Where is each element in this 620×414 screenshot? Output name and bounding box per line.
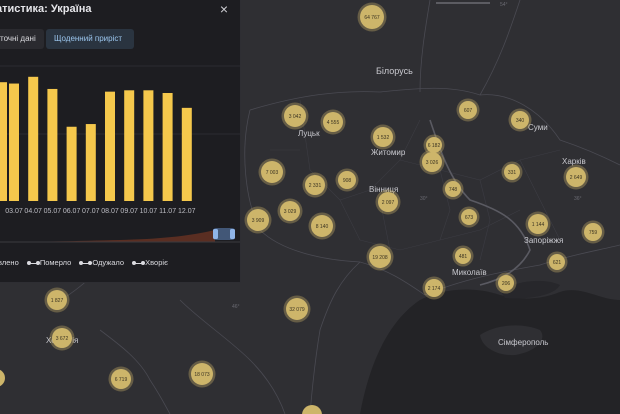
case-bubble-label: 3 042 (289, 114, 302, 120)
case-bubble-label: 748 (449, 187, 458, 193)
x-tick-label: 12.07 (178, 208, 196, 215)
x-tick-label: 03.07 (5, 208, 23, 215)
bar-09.07[interactable] (124, 90, 135, 201)
case-bubble-label: 8 140 (316, 224, 329, 230)
case-bubble-label: 2 331 (309, 183, 322, 189)
x-tick-label: 07.07 (82, 208, 100, 215)
case-bubble-label: 3 029 (284, 209, 297, 215)
case-bubble-label: 621 (553, 260, 562, 266)
label-kharkiv: Харків (562, 157, 586, 166)
bar-12.07[interactable] (181, 107, 192, 201)
lon-36-label: 36° (574, 196, 582, 202)
legend-label-confirmed: явлено (0, 258, 19, 267)
case-bubble-label: 4 555 (327, 120, 340, 126)
legend-label-deaths: Померло (39, 258, 72, 267)
case-bubble-label: 759 (589, 230, 598, 236)
label-zhytomyr: Житомир (371, 148, 406, 157)
case-bubble-label: 1 144 (532, 222, 545, 228)
x-tick-label: 09.07 (120, 208, 138, 215)
case-bubble-label: 1 827 (51, 298, 64, 304)
tab-daily-growth[interactable]: Щоденний приріст (46, 29, 134, 49)
daily-growth-chart: 03.07 04.07 05.07 06.07 07.07 08.07 09.07 10.07… (0, 65, 240, 243)
case-bubble-label: 7 003 (266, 170, 279, 176)
case-bubble-label: 2 649 (570, 175, 583, 181)
case-bubble-label: 19 208 (372, 255, 388, 261)
legend-item-deaths[interactable]: Померло (26, 258, 72, 267)
legend-line-icon (79, 261, 93, 266)
x-tick-label: 05.07 (44, 208, 62, 215)
panel-title: атистика: Україна (0, 3, 92, 15)
case-bubble-label: 6 719 (115, 377, 128, 383)
bar-10.07[interactable] (143, 90, 154, 201)
tab-current-data[interactable]: точні дані (0, 29, 44, 49)
bar-04.07[interactable] (28, 76, 39, 201)
range-handle-left[interactable] (213, 229, 218, 239)
x-tick-label: 10.07 (140, 208, 158, 215)
bar-11.07[interactable] (162, 93, 173, 201)
bar-06.07[interactable] (66, 126, 77, 201)
case-bubble-label: 1 532 (377, 135, 390, 141)
bar-partial[interactable] (0, 82, 7, 201)
x-tick-label: 11.07 (159, 208, 176, 215)
case-bubble-label: 673 (465, 215, 474, 221)
case-bubble-label: 331 (508, 170, 517, 176)
case-bubble-label: 32 079 (289, 307, 305, 313)
legend-item-sick[interactable]: Хворіє (132, 258, 168, 267)
case-bubble-label: 64 767 (364, 15, 380, 21)
bar-03.07[interactable] (9, 83, 19, 201)
legend-label-sick: Хворіє (145, 258, 168, 267)
lat-46-label: 46° (232, 304, 240, 310)
case-bubble-label: 908 (343, 178, 352, 184)
x-tick-label: 08.07 (101, 208, 119, 215)
label-belarus: Білорусь (376, 66, 413, 76)
label-sumy: Суми (528, 123, 548, 132)
legend-label-recovered: Одужало (92, 258, 125, 267)
bar-07.07[interactable] (85, 124, 96, 201)
legend-item-confirmed[interactable]: явлено (0, 258, 19, 267)
x-tick-label: 06.07 (63, 208, 81, 215)
close-icon[interactable]: × (217, 2, 231, 16)
legend-line-icon (132, 261, 146, 266)
lat-54-label: 54° (500, 2, 508, 8)
label-mykolaiv: Миколаїв (452, 268, 487, 277)
case-bubble-label: 2 174 (428, 286, 441, 292)
case-bubble-label: 3 909 (252, 218, 265, 224)
case-bubble-label: 3 026 (426, 160, 439, 166)
label-lutsk: Луцьк (298, 129, 320, 138)
x-tick-label: 04.07 (24, 208, 42, 215)
bar-05.07[interactable] (47, 88, 58, 201)
lon-30-label: 30° (420, 196, 428, 202)
chart-legend: явлено Померло Одужало Хворіє (0, 258, 176, 267)
label-zaporizhzhia: Запоріжжя (524, 236, 563, 245)
case-bubble-label: 340 (516, 118, 525, 124)
case-bubble-label: 481 (459, 254, 468, 260)
case-bubble-label: 18 073 (194, 372, 210, 378)
bar-08.07[interactable] (105, 91, 115, 201)
case-bubble-label: 2 097 (382, 200, 395, 206)
legend-line-icon (26, 261, 40, 266)
label-simferopol: Сімферополь (498, 338, 548, 347)
case-bubble-label: 6 182 (428, 143, 441, 149)
statistics-panel: атистика: Україна × точні дані Щоденний … (0, 0, 241, 283)
case-bubble-label: 3 672 (56, 336, 69, 342)
case-bubble-label: 607 (464, 108, 473, 114)
legend-item-recovered[interactable]: Одужало (79, 258, 125, 267)
case-bubble-label: 206 (502, 281, 511, 287)
range-handle-right[interactable] (230, 229, 235, 239)
